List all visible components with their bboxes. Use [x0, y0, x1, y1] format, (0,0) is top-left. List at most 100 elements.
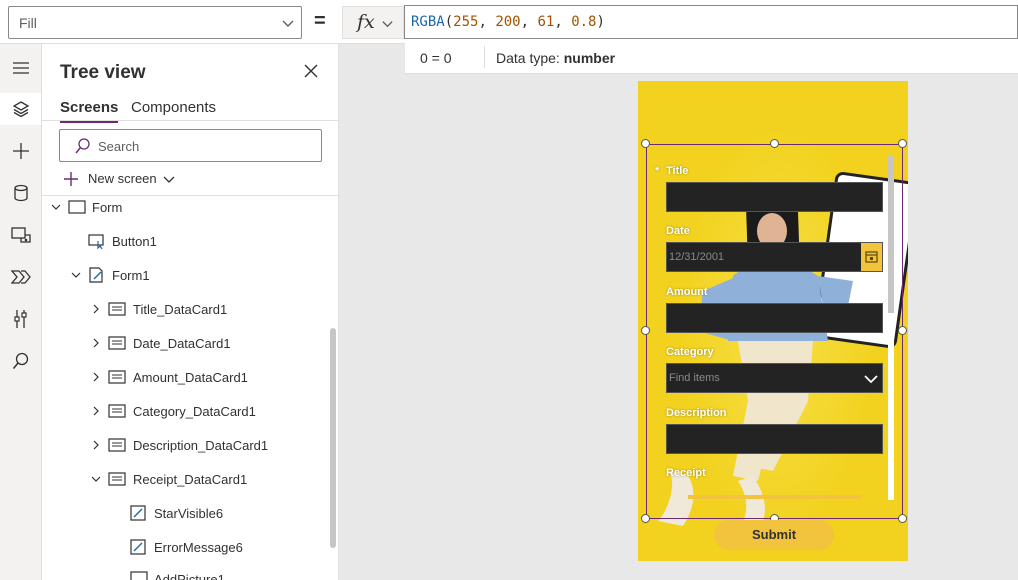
tree-node-form[interactable]: Form — [48, 193, 328, 223]
resize-handle[interactable] — [641, 139, 650, 148]
resize-handle[interactable] — [770, 139, 779, 148]
tree-node-label: StarVisible6 — [154, 506, 224, 521]
description-label: Description — [666, 407, 727, 419]
tree-node-label: AddPicture1 — [154, 572, 225, 580]
tree-node-label: Button1 — [112, 234, 157, 249]
equals-sign: = — [314, 10, 326, 32]
tree-node-errormessage[interactable]: ErrorMessage6 — [48, 533, 328, 563]
tree-node-form1[interactable]: Form1 — [48, 261, 328, 291]
title-input[interactable] — [666, 182, 883, 212]
receipt-label: Receipt — [666, 467, 706, 479]
chevron-down-icon — [51, 204, 61, 210]
tree-node-starvisible[interactable]: StarVisible6 — [48, 499, 328, 529]
plus-icon[interactable] — [5, 135, 37, 167]
resize-handle[interactable] — [641, 326, 650, 335]
tree-node-label: Form — [92, 200, 123, 215]
tab-screens[interactable]: Screens — [60, 99, 119, 123]
panel-title: Tree view — [60, 62, 146, 83]
formula-arg-green: 200 — [495, 14, 521, 30]
formula-text: RGBA(255, 200, 61, 0.8) — [411, 14, 605, 30]
property-value: Fill — [19, 15, 37, 31]
formula-open-paren: ( — [444, 14, 454, 30]
chevron-right-icon — [93, 338, 99, 348]
chevron-down-icon — [382, 21, 393, 28]
resize-handle[interactable] — [898, 139, 907, 148]
property-dropdown[interactable]: Fill — [8, 6, 302, 39]
category-placeholder: Find items — [669, 372, 720, 384]
chevron-down-icon — [71, 272, 81, 278]
tree-node-label: Category_DataCard1 — [133, 404, 256, 419]
chevron-down-icon — [282, 20, 294, 27]
formula-function: RGBA — [411, 14, 445, 30]
tree-scrollbar[interactable] — [330, 328, 336, 548]
image-icon — [130, 571, 148, 580]
card-icon — [108, 336, 126, 350]
tree-node-receipt-datacard[interactable]: Receipt_DataCard1 — [48, 465, 328, 495]
chevron-right-icon — [93, 372, 99, 382]
database-icon[interactable] — [5, 177, 37, 209]
amount-label: Amount — [666, 286, 708, 298]
category-label: Category — [666, 346, 714, 358]
calendar-icon[interactable] — [861, 243, 882, 271]
card-icon — [108, 370, 126, 384]
title-label: Title — [666, 165, 689, 177]
card-icon — [108, 472, 126, 486]
tree-node-addpicture[interactable]: AddPicture1 — [48, 565, 328, 580]
search-icon[interactable] — [5, 345, 37, 377]
formula-result-strip: 0 = 0 Data type: number — [405, 40, 1018, 74]
scrollbar-thumb[interactable] — [888, 155, 894, 313]
fx-icon: fx — [357, 11, 375, 33]
chevron-down-icon — [91, 476, 101, 482]
resize-handle[interactable] — [898, 326, 907, 335]
formula-bar: Fill = fx RGBA(255, 200, 61, 0.8) — [0, 0, 1018, 44]
tree-node-category-datacard[interactable]: Category_DataCard1 — [48, 397, 328, 427]
card-icon — [108, 302, 126, 316]
tree-node-amount-datacard[interactable]: Amount_DataCard1 — [48, 363, 328, 393]
formula-input[interactable]: RGBA(255, 200, 61, 0.8) — [404, 5, 1018, 39]
divider — [42, 120, 338, 121]
close-icon[interactable] — [302, 62, 320, 80]
text-label-icon — [130, 539, 146, 555]
layers-icon[interactable] — [0, 93, 41, 125]
function-button[interactable]: fx — [342, 6, 404, 39]
data-type: Data type: number — [496, 50, 615, 66]
tree-node-label: Receipt_DataCard1 — [133, 472, 248, 487]
edit-form-icon — [89, 267, 103, 283]
description-input[interactable] — [666, 424, 883, 454]
hamburger-icon[interactable] — [5, 52, 37, 84]
tab-components[interactable]: Components — [131, 99, 216, 116]
chevron-down-icon — [864, 375, 878, 384]
resize-handle[interactable] — [898, 514, 907, 523]
tree-node-description-datacard[interactable]: Description_DataCard1 — [48, 431, 328, 461]
tree-node-label: Title_DataCard1 — [133, 302, 228, 317]
formula-arg-red: 255 — [453, 14, 479, 30]
card-icon — [108, 438, 126, 452]
tree-node-title-datacard[interactable]: Title_DataCard1 — [48, 295, 328, 325]
formula-separator: , — [478, 14, 496, 30]
tree-node-button1[interactable]: Button1 — [48, 227, 328, 257]
text-label-icon — [130, 505, 146, 521]
tree-node-label: Date_DataCard1 — [133, 336, 231, 351]
flow-icon[interactable] — [5, 261, 37, 293]
submit-button[interactable]: Submit — [714, 520, 834, 550]
tree-search-input[interactable]: Search — [59, 129, 322, 162]
chevron-right-icon — [93, 304, 99, 314]
resize-handle[interactable] — [641, 514, 650, 523]
category-combobox[interactable]: Find items — [666, 363, 883, 393]
button-icon — [88, 234, 104, 249]
formula-arg-blue: 61 — [537, 14, 555, 30]
formula-separator: , — [554, 14, 572, 30]
divider — [484, 46, 485, 68]
add-picture-control[interactable] — [688, 495, 861, 499]
tree-view-panel: Tree view Screens Components Search New … — [42, 44, 339, 580]
date-label: Date — [666, 225, 690, 237]
media-icon[interactable] — [5, 219, 37, 251]
date-picker[interactable]: 12/31/2001 — [666, 242, 883, 272]
tree-node-label: Form1 — [112, 268, 150, 283]
tree-node-label: ErrorMessage6 — [154, 540, 243, 555]
search-placeholder: Search — [98, 139, 140, 154]
form-scrollbar[interactable] — [888, 155, 894, 500]
amount-input[interactable] — [666, 303, 883, 333]
tree-node-date-datacard[interactable]: Date_DataCard1 — [48, 329, 328, 359]
tools-icon[interactable] — [5, 303, 37, 335]
